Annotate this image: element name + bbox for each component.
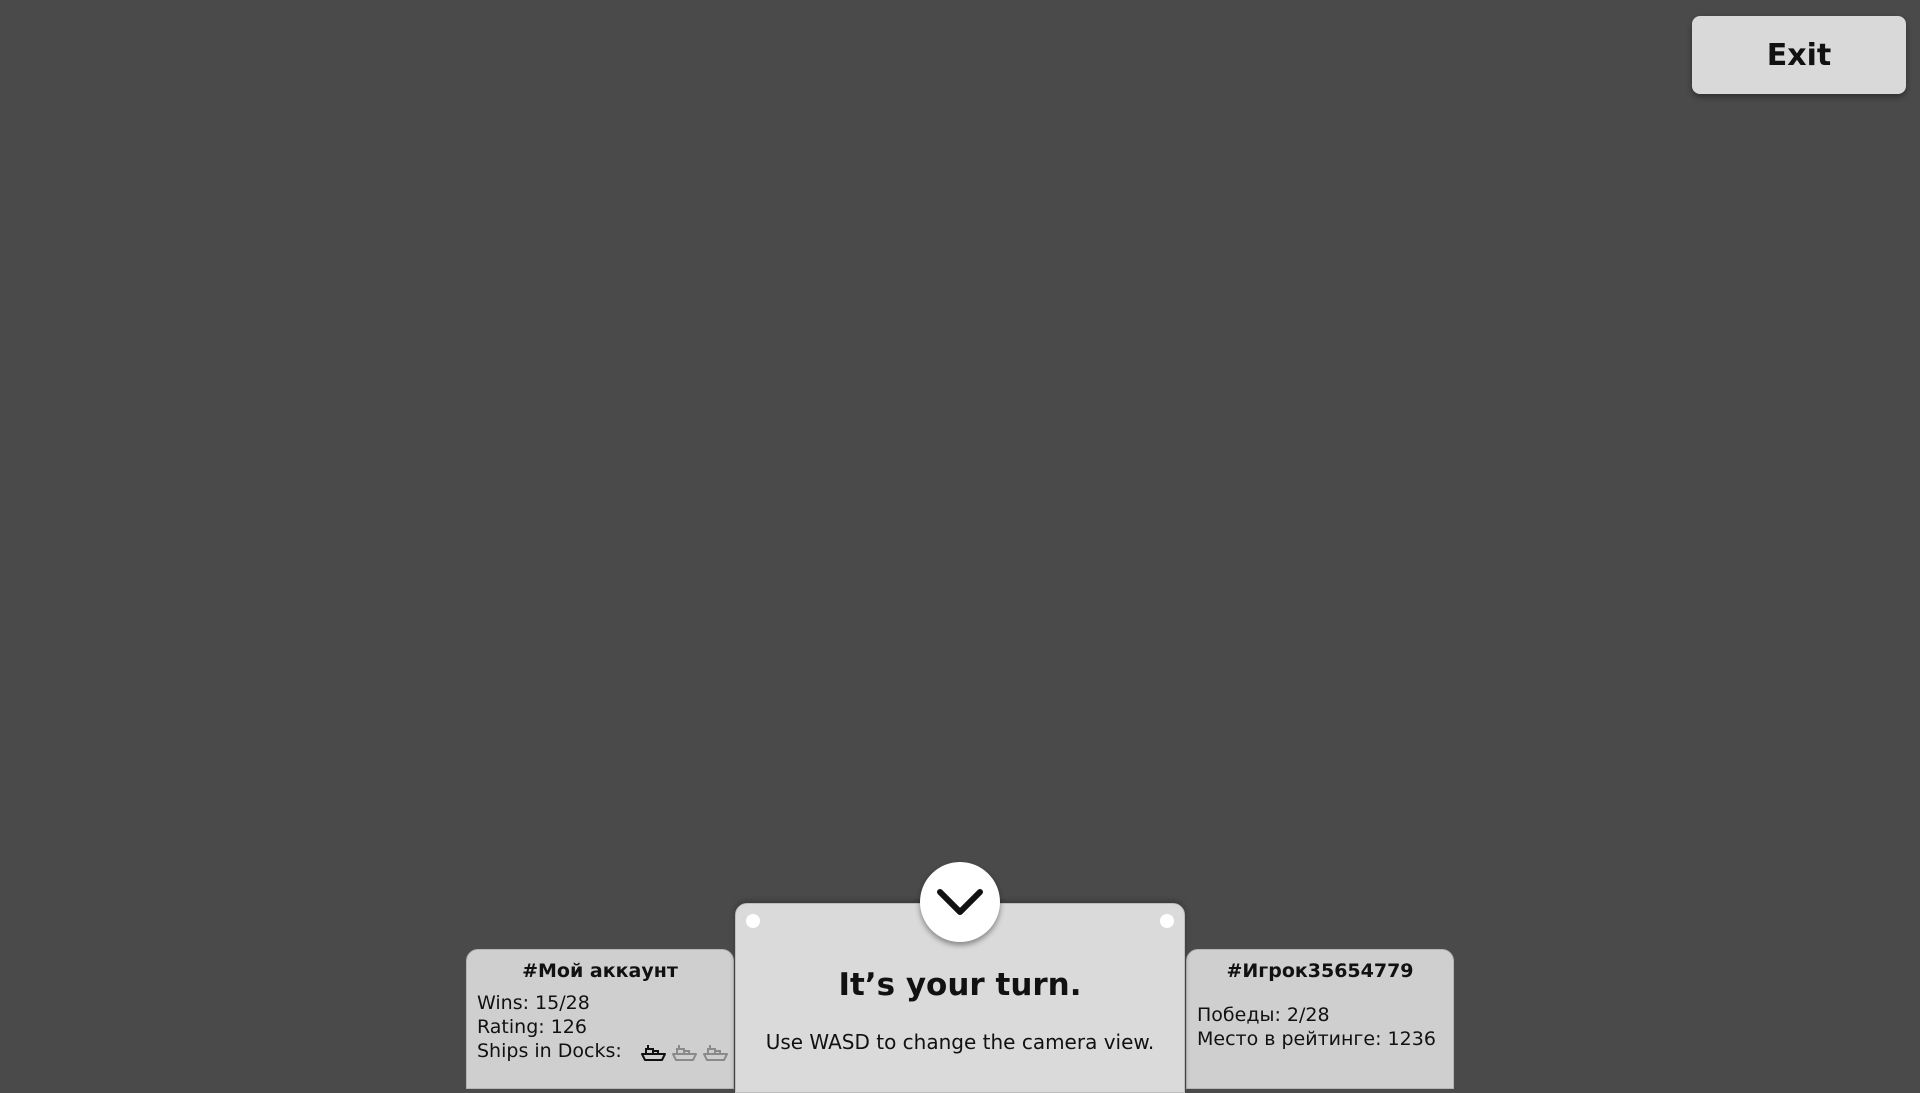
player-rating: Rating: 126 — [477, 1016, 587, 1038]
player-card-opponent: #Игрок35654779 Победы: 2/28 Место в рейт… — [1186, 949, 1454, 1089]
panel-dot-left — [746, 914, 760, 928]
ships-row — [640, 1042, 729, 1062]
opponent-rating: Место в рейтинге: 1236 — [1197, 1028, 1436, 1050]
ship-icon — [640, 1042, 667, 1062]
ship-icon — [671, 1042, 698, 1062]
player-wins: Wins: 15/28 — [477, 992, 590, 1014]
exit-button[interactable]: Exit — [1692, 16, 1906, 94]
ships-in-docks: Ships in Docks: — [477, 1040, 729, 1062]
turn-title: It’s your turn. — [838, 967, 1082, 1003]
opponent-wins: Победы: 2/28 — [1197, 1004, 1330, 1026]
ship-icon — [702, 1042, 729, 1062]
turn-hint: Use WASD to change the camera view. — [765, 1030, 1155, 1054]
chevron-down-icon — [937, 889, 983, 915]
opponent-name: #Игрок35654779 — [1226, 960, 1414, 982]
player-name: #Мой аккаунт — [522, 960, 678, 982]
player-card-self: #Мой аккаунт Wins: 15/28 Rating: 126 Shi… — [466, 949, 734, 1089]
panel-dot-right — [1160, 914, 1174, 928]
collapse-panel-button[interactable] — [920, 862, 1000, 942]
ships-in-docks-label: Ships in Docks: — [477, 1040, 622, 1062]
